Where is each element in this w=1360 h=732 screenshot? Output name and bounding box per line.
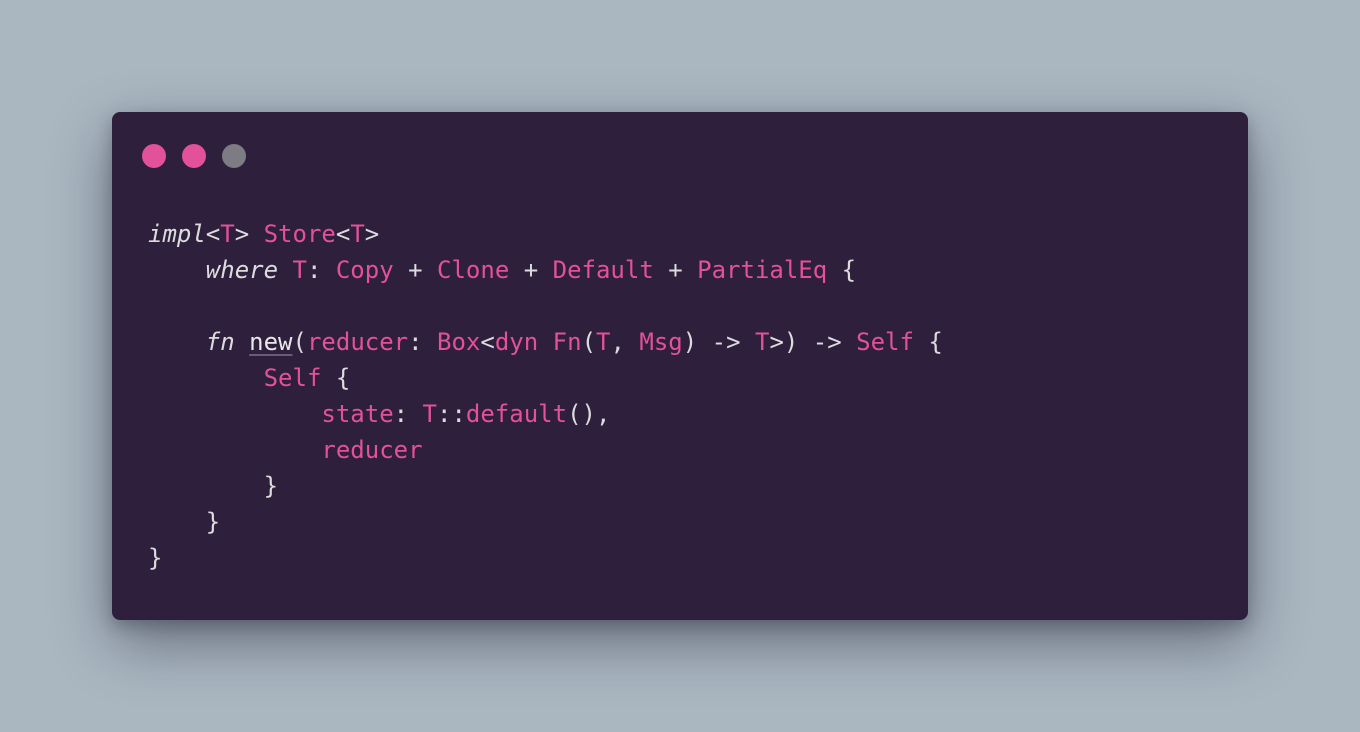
- code-token: ::: [437, 400, 466, 428]
- code-token: T: [422, 400, 437, 428]
- code-token: T: [220, 220, 235, 248]
- code-line: fn new(reducer: Box<dyn Fn(T, Msg) -> T>…: [148, 324, 943, 360]
- code-token: >: [234, 220, 264, 248]
- code-token: {: [321, 364, 351, 392]
- code-token: T: [292, 256, 307, 284]
- code-token: (: [292, 328, 307, 356]
- code-token: }: [205, 508, 221, 536]
- code-token: state: [321, 400, 394, 428]
- code-token: new: [249, 328, 293, 356]
- code-token: +: [509, 256, 553, 284]
- code-token: Default: [552, 256, 654, 284]
- code-token: reducer: [306, 328, 409, 356]
- code-token: dyn: [494, 328, 539, 356]
- code-line: ​: [148, 288, 943, 324]
- code-token: ) ->: [682, 328, 755, 356]
- code-token: T: [350, 220, 365, 248]
- code-token: Copy: [335, 256, 394, 284]
- code-token: <: [205, 220, 221, 248]
- code-token: <: [335, 220, 351, 248]
- code-token: fn: [205, 328, 235, 356]
- code-token: Self: [856, 328, 914, 356]
- code-token: Box: [437, 328, 481, 356]
- code-line: reducer: [148, 432, 943, 468]
- code-token: reducer: [321, 436, 423, 464]
- code-line: Self {: [148, 360, 943, 396]
- code-window: impl<T> Store<T> where T: Copy + Clone +…: [112, 112, 1248, 620]
- code-token: {: [913, 328, 943, 356]
- code-token: :: [408, 328, 438, 356]
- window-controls: [142, 144, 246, 168]
- code-token: }: [148, 544, 163, 572]
- code-token: <: [480, 328, 495, 356]
- code-token: impl: [148, 220, 206, 248]
- code-token: T: [754, 328, 770, 356]
- code-line: state: T::default(),: [148, 396, 943, 432]
- code-block: impl<T> Store<T> where T: Copy + Clone +…: [148, 216, 943, 576]
- code-token: (),: [567, 400, 611, 428]
- code-token: Clone: [437, 256, 510, 284]
- code-token: :: [393, 400, 423, 428]
- code-token: Msg: [639, 328, 683, 356]
- code-line: impl<T> Store<T>: [148, 216, 943, 252]
- code-line: }: [148, 468, 943, 504]
- code-token: >: [364, 220, 380, 248]
- code-token: where: [205, 256, 279, 284]
- code-token: ,: [610, 328, 640, 356]
- close-button[interactable]: [142, 144, 166, 168]
- code-token: (: [581, 328, 597, 356]
- code-token: >) ->: [769, 328, 857, 356]
- code-token: Self: [263, 364, 322, 392]
- code-line: where T: Copy + Clone + Default + Partia…: [148, 252, 943, 288]
- code-line: }: [148, 540, 943, 576]
- code-token: Store: [263, 220, 336, 248]
- code-token: T: [596, 328, 611, 356]
- code-token: +: [393, 256, 438, 284]
- code-token: {: [827, 256, 857, 284]
- minimize-button[interactable]: [182, 144, 206, 168]
- code-token: default: [465, 400, 568, 428]
- code-token: }: [263, 472, 279, 500]
- code-token: PartialEq: [697, 256, 828, 284]
- code-token: Fn: [552, 328, 582, 356]
- code-line: }: [148, 504, 943, 540]
- zoom-button[interactable]: [222, 144, 246, 168]
- code-token: +: [653, 256, 698, 284]
- code-token: :: [306, 256, 336, 284]
